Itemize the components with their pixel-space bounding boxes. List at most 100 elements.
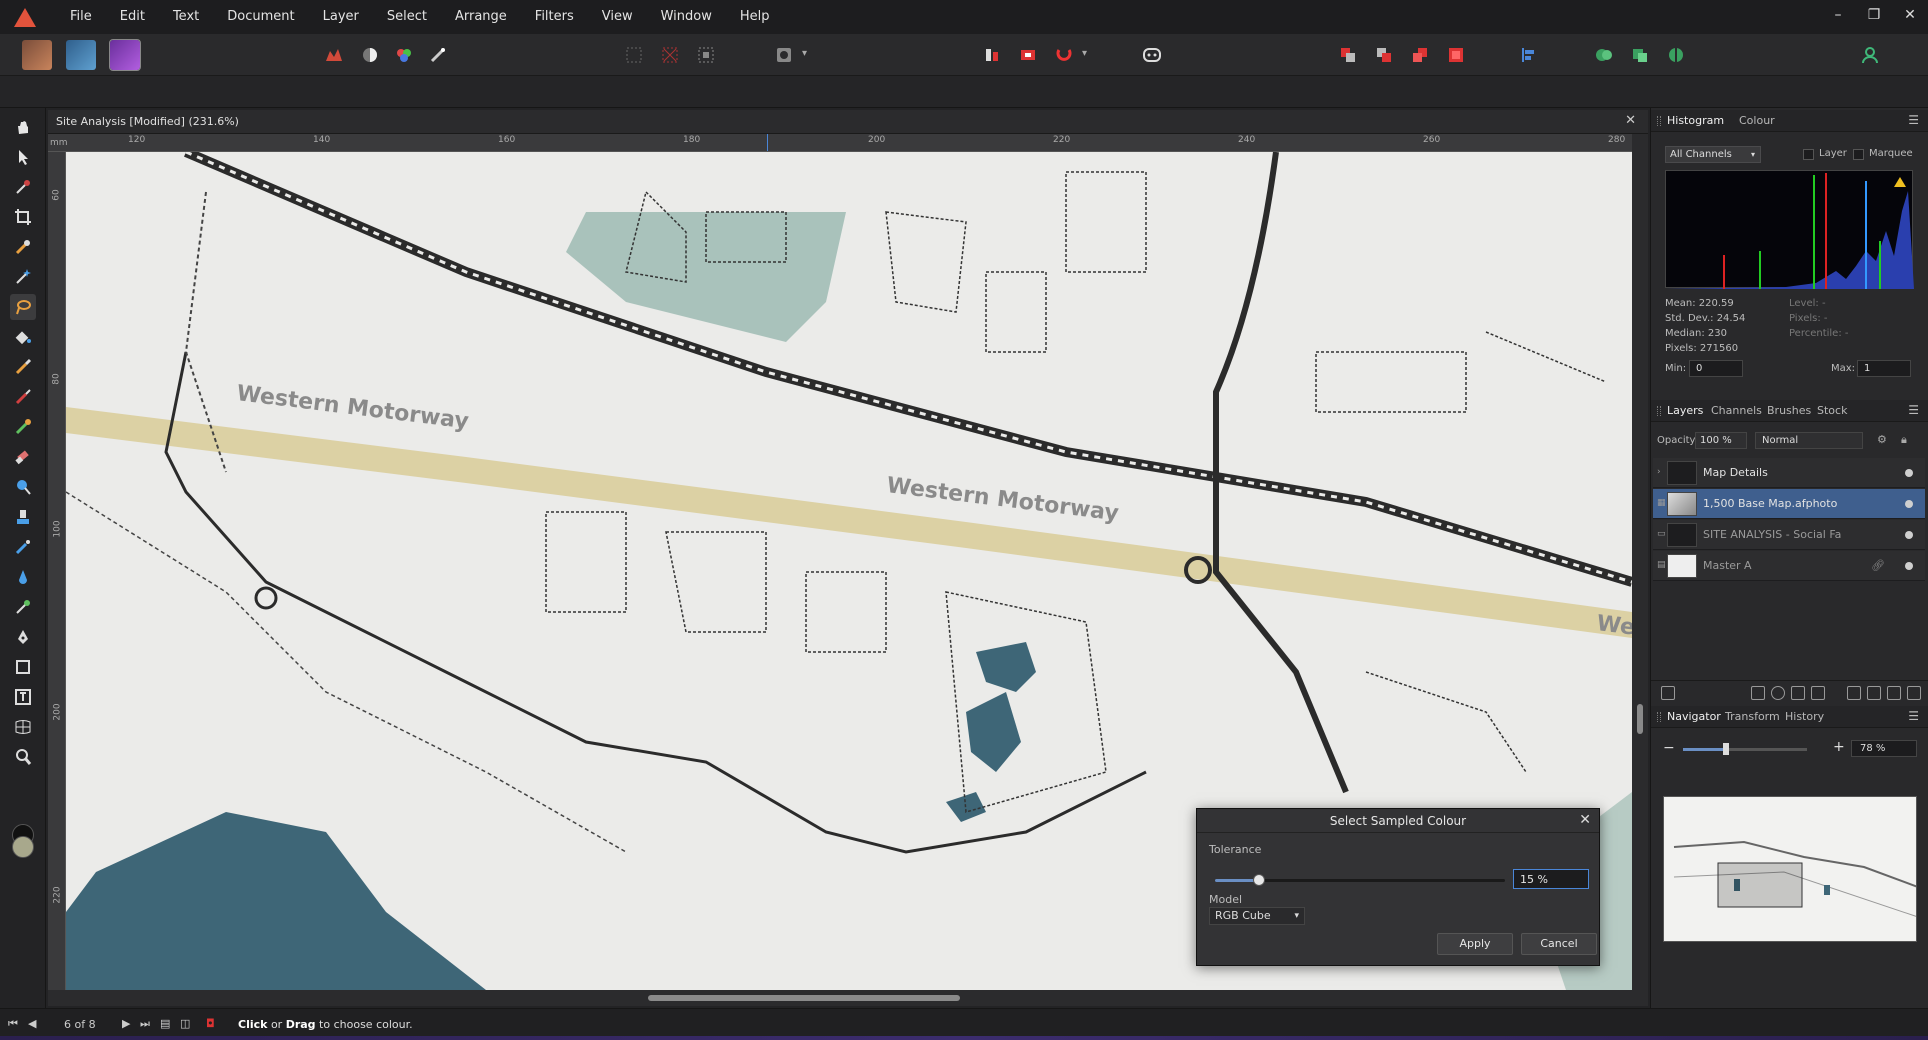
first-page-icon[interactable]: ⏮ (8, 1017, 18, 1031)
sharpen-tool-icon[interactable] (10, 564, 36, 590)
tab-navigator[interactable]: Navigator (1667, 710, 1721, 723)
apply-button[interactable]: Apply (1437, 933, 1513, 955)
boolean-subtract-icon[interactable] (1626, 42, 1654, 68)
mask-icon[interactable] (1014, 42, 1042, 68)
pixel-tool-icon[interactable] (10, 384, 36, 410)
panel-menu-icon[interactable]: ☰ (1908, 709, 1919, 723)
menu-document[interactable]: Document (213, 0, 308, 34)
selection-rect-icon[interactable] (620, 42, 648, 68)
move-tool-icon[interactable] (10, 144, 36, 170)
align-left-icon[interactable] (1514, 42, 1542, 68)
zoom-level-input[interactable]: 78 % (1851, 740, 1917, 757)
recording-icon[interactable]: ◘ (206, 1017, 215, 1030)
panel-grip-icon[interactable] (1657, 406, 1661, 416)
boolean-intersect-icon[interactable] (1662, 42, 1690, 68)
vertical-scrollbar[interactable] (1632, 134, 1648, 990)
tab-brushes[interactable]: Brushes (1767, 404, 1811, 417)
adjustment-layer-icon[interactable] (1771, 686, 1785, 700)
panel-menu-icon[interactable]: ☰ (1908, 403, 1919, 417)
minimize-button[interactable]: – (1820, 0, 1856, 34)
visibility-dot-icon[interactable] (1905, 531, 1913, 539)
freehand-selection-tool-icon[interactable] (10, 294, 36, 320)
add-pixel-layer-icon[interactable] (1867, 686, 1881, 700)
tab-transform[interactable]: Transform (1725, 710, 1780, 723)
menu-window[interactable]: Window (647, 0, 726, 34)
snapping-chevron-icon[interactable]: ▾ (1082, 48, 1087, 59)
tolerance-slider[interactable] (1215, 874, 1505, 886)
menu-text[interactable]: Text (159, 0, 213, 34)
dialog-close-icon[interactable]: ✕ (1579, 812, 1591, 828)
fx-icon[interactable] (1811, 686, 1825, 700)
menu-file[interactable]: File (56, 0, 106, 34)
vertical-ruler[interactable]: 60 80 100 200 220 (48, 152, 66, 990)
levels-icon[interactable] (320, 42, 348, 68)
paint-brush-tool-icon[interactable] (10, 354, 36, 380)
last-page-icon[interactable]: ⏭ (140, 1017, 150, 1031)
layer-row-map-details[interactable]: › Map Details (1653, 458, 1925, 488)
visibility-dot-icon[interactable] (1905, 562, 1913, 570)
crop-tool-icon[interactable] (10, 204, 36, 230)
horizontal-scrollbar[interactable] (48, 990, 1648, 1006)
colour-picker-tool-icon[interactable] (10, 174, 36, 200)
page-list-icon[interactable]: ▤ (160, 1017, 170, 1030)
flood-fill-tool-icon[interactable] (10, 324, 36, 350)
arrange-backward-icon[interactable] (1370, 42, 1398, 68)
clone-tool-icon[interactable] (10, 504, 36, 530)
boolean-add-icon[interactable] (1590, 42, 1618, 68)
menu-arrange[interactable]: Arrange (441, 0, 521, 34)
invert-selection-icon[interactable] (692, 42, 720, 68)
menu-edit[interactable]: Edit (106, 0, 159, 34)
assistant-icon[interactable] (1138, 42, 1166, 68)
zoom-in-icon[interactable]: + (1833, 739, 1845, 755)
live-filter-icon[interactable] (1791, 686, 1805, 700)
opacity-dropdown[interactable]: 100 % (1695, 432, 1747, 449)
layer-row-base-map[interactable]: ▦ 1,500 Base Map.afphoto (1653, 489, 1925, 519)
arrange-back-icon[interactable] (1334, 42, 1362, 68)
snapping-icon[interactable] (1050, 42, 1078, 68)
histogram-channel-dropdown[interactable]: All Channels ▾ (1665, 146, 1761, 163)
next-page-icon[interactable]: ▶ (122, 1017, 130, 1030)
navigator-preview[interactable] (1663, 796, 1917, 942)
cancel-button[interactable]: Cancel (1521, 933, 1597, 955)
layer-checkbox[interactable] (1803, 149, 1814, 160)
artistic-text-tool-icon[interactable] (10, 684, 36, 710)
marquee-checkbox[interactable] (1853, 149, 1864, 160)
tab-channels[interactable]: Channels (1711, 404, 1762, 417)
menu-filters[interactable]: Filters (521, 0, 588, 34)
visibility-dot-icon[interactable] (1905, 500, 1913, 508)
view-mode-icon[interactable]: ◫ (180, 1017, 190, 1030)
tab-layers[interactable]: Layers (1667, 404, 1703, 417)
mask-layer-icon[interactable] (1751, 686, 1765, 700)
arrange-front-icon[interactable] (1442, 42, 1470, 68)
menu-view[interactable]: View (588, 0, 647, 34)
quick-mask-icon[interactable] (770, 42, 798, 68)
menu-layer[interactable]: Layer (309, 0, 373, 34)
deselect-icon[interactable] (656, 42, 684, 68)
hand-tool-icon[interactable] (10, 114, 36, 140)
mesh-warp-tool-icon[interactable] (10, 714, 36, 740)
tolerance-slider-handle[interactable] (1252, 874, 1265, 886)
panel-grip-icon[interactable] (1657, 712, 1661, 722)
max-input[interactable]: 1 (1857, 360, 1911, 377)
model-dropdown[interactable]: RGB Cube ▾ (1209, 907, 1305, 925)
horizontal-ruler[interactable]: mm 120 140 160 180 200 220 240 260 280 (48, 134, 1632, 152)
align-icon[interactable] (978, 42, 1006, 68)
visibility-dot-icon[interactable] (1905, 469, 1913, 477)
zoom-tool-icon[interactable] (10, 744, 36, 770)
rectangle-tool-icon[interactable] (10, 654, 36, 680)
layer-row-site-analysis[interactable]: ▭ SITE ANALYSIS - Social Fa (1653, 520, 1925, 550)
restore-button[interactable]: ❐ (1856, 0, 1892, 34)
pen-tool-icon[interactable] (10, 624, 36, 650)
layer-settings-gear-icon[interactable]: ⚙ (1877, 433, 1887, 446)
dodge-tool-icon[interactable] (10, 474, 36, 500)
auto-contrast-icon[interactable] (356, 42, 384, 68)
flood-select-tool-icon[interactable] (10, 264, 36, 290)
zoom-slider-handle[interactable] (1723, 743, 1730, 755)
auto-white-balance-icon[interactable] (424, 42, 452, 68)
delete-layer-icon[interactable] (1907, 686, 1921, 700)
photo-persona-icon[interactable] (22, 40, 52, 70)
inpainting-tool-icon[interactable] (10, 594, 36, 620)
user-account-icon[interactable] (1856, 42, 1884, 68)
erase-tool-icon[interactable] (10, 444, 36, 470)
quick-mask-chevron-icon[interactable]: ▾ (802, 48, 807, 59)
